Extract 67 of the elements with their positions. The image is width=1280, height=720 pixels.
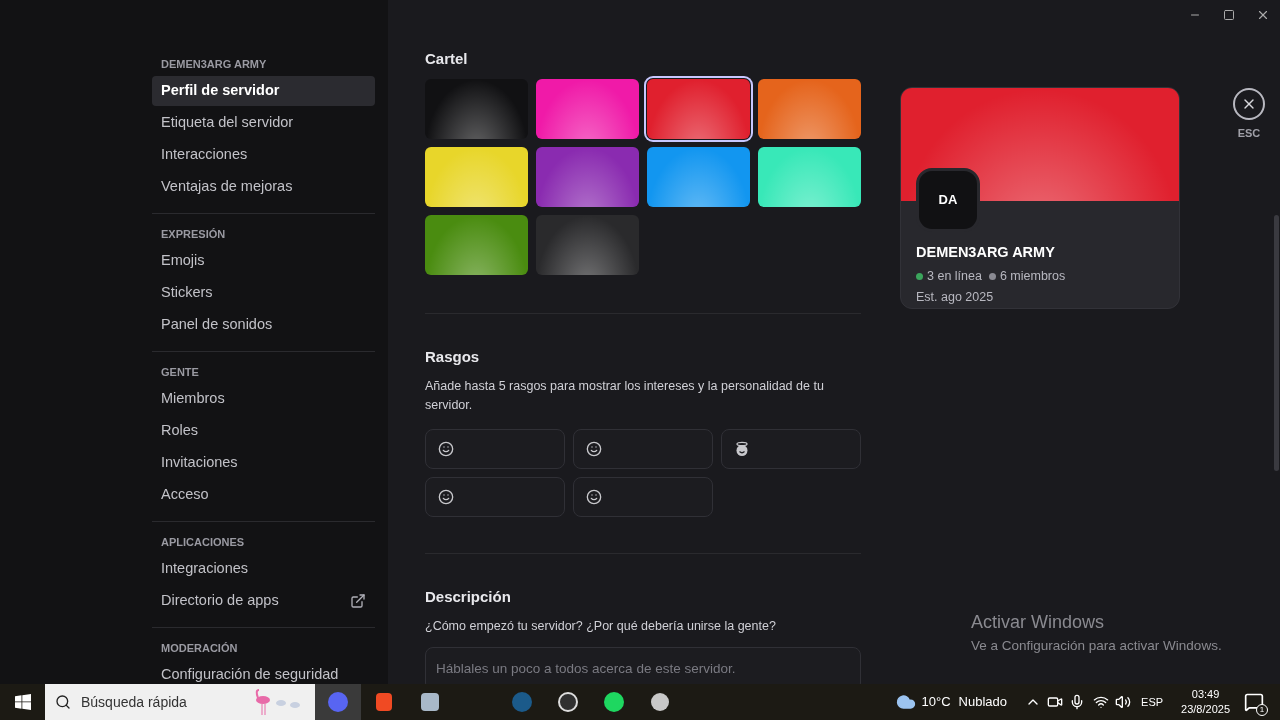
volume-icon[interactable]: [1115, 694, 1132, 710]
online-count: 3 en línea: [927, 267, 982, 285]
weather-condition: Nublado: [958, 693, 1008, 712]
search-icon: [55, 694, 71, 710]
sidebar-item[interactable]: Roles: [152, 416, 375, 446]
sidebar-item[interactable]: Acceso: [152, 480, 375, 510]
sidebar-item[interactable]: Miembros: [152, 384, 375, 414]
section-header: EXPRESIÓN: [160, 227, 227, 242]
notification-count: 1: [1256, 704, 1268, 716]
section-description: Añade hasta 5 rasgos para mostrar los intereses y la personalidad de tu servidor.: [425, 378, 825, 414]
close-icon: [1256, 8, 1270, 22]
sidebar-item[interactable]: Integraciones: [152, 554, 375, 584]
clock-date: 23/8/2025: [1181, 702, 1230, 717]
section-description: ¿Cómo empezó tu servidor? ¿Por qué debería unirse la gente?: [425, 617, 777, 635]
section-title: Cartel: [425, 49, 469, 69]
sidebar-item[interactable]: Interacciones: [152, 140, 375, 170]
section-title: Rasgos: [425, 346, 481, 367]
sidebar-item[interactable]: Panel de sonidos: [152, 310, 375, 340]
sidebar-item[interactable]: Directorio de apps: [152, 586, 375, 616]
established-date: Est. ago 2025: [916, 288, 995, 306]
banner-color-swatch[interactable]: [536, 214, 639, 275]
description-field[interactable]: Háblales un poco a todos acerca de este servidor.: [425, 647, 861, 684]
banner-color-swatch[interactable]: [647, 146, 750, 207]
sidebar-item[interactable]: Etiqueta del servidor: [152, 108, 375, 138]
halo-face-icon: [734, 441, 750, 457]
sidebar-item[interactable]: Configuración de seguridad: [152, 660, 375, 684]
search-placeholder: Búsqueda rápida: [81, 692, 188, 712]
trait-slot[interactable]: [721, 429, 861, 469]
banner-color-swatch[interactable]: [536, 78, 639, 139]
section-title: Descripción: [425, 587, 512, 607]
weather-temperature: 10°C: [921, 693, 951, 712]
smiley-icon: [438, 441, 454, 457]
server-avatar: DA: [916, 168, 980, 232]
smiley-icon: [586, 489, 602, 505]
wifi-icon[interactable]: [1093, 694, 1110, 710]
banner-color-swatch[interactable]: [758, 78, 861, 139]
sidebar-item[interactable]: Emojis: [152, 246, 375, 276]
cloud-icon: [895, 692, 916, 712]
section-header: DEMEN3ARG ARMY: [160, 57, 268, 72]
windows-logo-icon: [15, 694, 31, 710]
member-count: 6 miembros: [999, 267, 1066, 285]
sidebar-item[interactable]: Ventajas de mejoras: [152, 172, 375, 202]
section-header: MODERACIÓN: [160, 641, 239, 656]
section-header: APLICACIONES: [160, 535, 246, 550]
language-indicator[interactable]: ESP: [1141, 693, 1164, 711]
sidebar-item[interactable]: Invitaciones: [152, 448, 375, 478]
banner-color-swatch[interactable]: [758, 146, 861, 207]
camera-icon[interactable]: [1047, 694, 1064, 710]
esc-label: ESC: [1237, 126, 1261, 141]
banner-color-swatch[interactable]: [425, 146, 528, 207]
sidebar-item[interactable]: Stickers: [152, 278, 375, 308]
banner-color-swatch[interactable]: [536, 146, 639, 207]
smiley-icon: [586, 441, 602, 457]
section-header: GENTE: [160, 365, 200, 380]
banner-color-swatch[interactable]: [425, 78, 528, 139]
banner-color-swatch[interactable]: [425, 214, 528, 275]
sidebar-item[interactable]: Perfil de servidor: [152, 76, 375, 106]
maximize-icon: [1223, 9, 1235, 21]
clock-time: 03:49: [1191, 687, 1220, 702]
banner-color-swatch[interactable]: [647, 78, 750, 139]
activation-title: Activar Windows: [971, 611, 1106, 634]
close-button[interactable]: [1233, 88, 1265, 120]
notifications-icon[interactable]: [1244, 692, 1264, 712]
taskbar-search-field[interactable]: Búsqueda rápida: [45, 684, 315, 720]
server-name: DEMEN3ARG ARMY: [916, 243, 1056, 262]
activation-subtitle: Ve a Configuración para activar Windows.: [971, 637, 1222, 655]
smiley-icon: [438, 489, 454, 505]
